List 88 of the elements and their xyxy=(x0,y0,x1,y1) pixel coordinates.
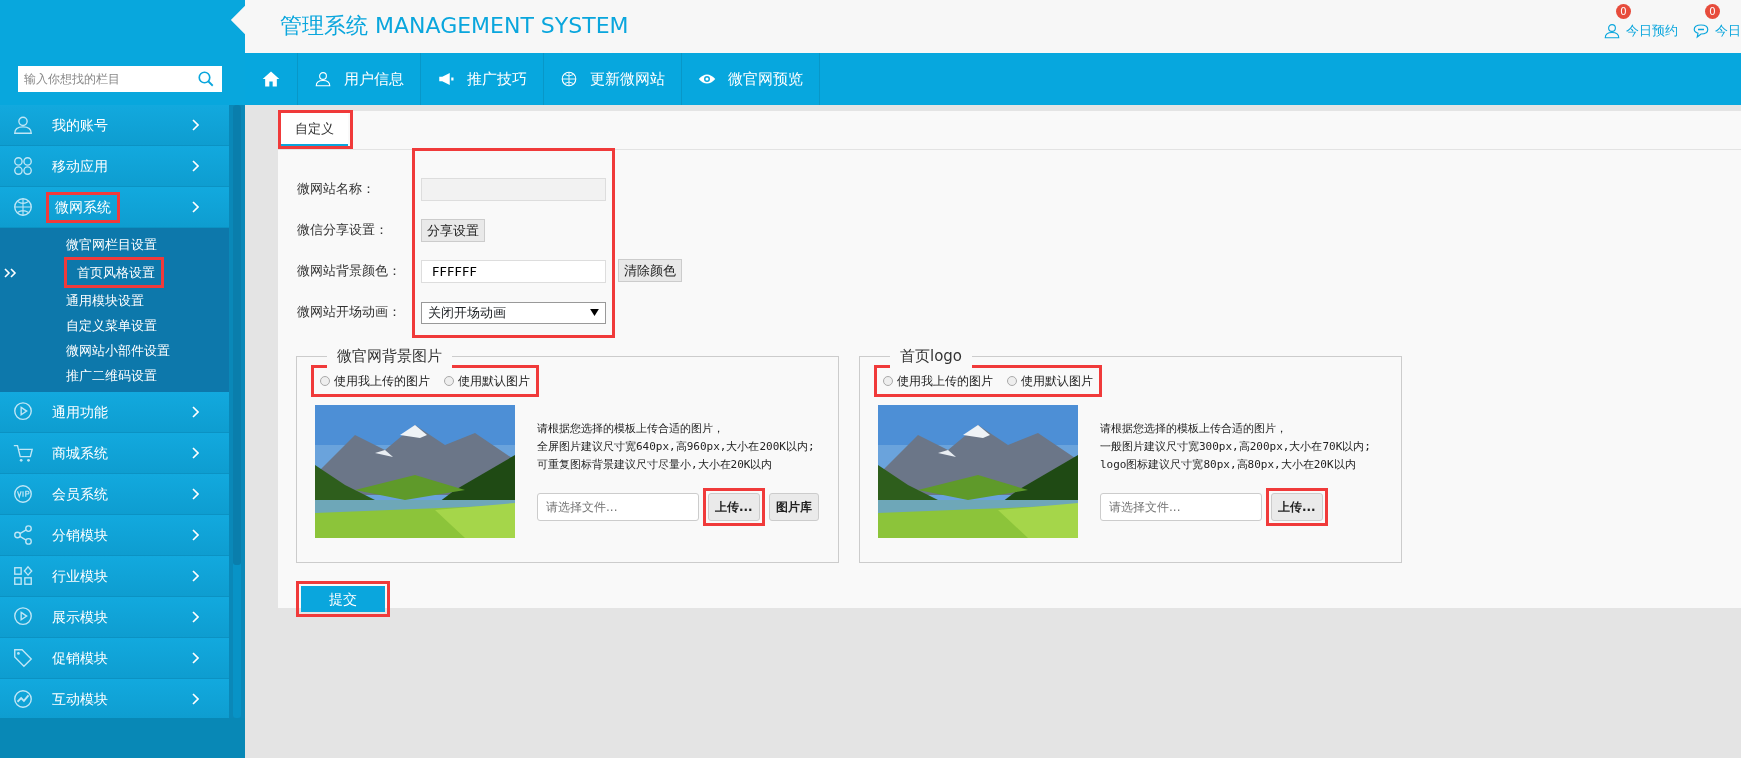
note-text: logo图标建议尺寸宽80px,高80px,大小在20K以内 xyxy=(1100,457,1357,473)
chevron-icon xyxy=(191,406,199,418)
search-icon xyxy=(197,70,215,88)
file-field[interactable]: 请选择文件... xyxy=(1100,493,1262,521)
sidebar-item[interactable]: 通用功能 xyxy=(0,392,229,433)
share-icon xyxy=(12,524,34,546)
submenu-item[interactable]: 自定义菜单设置 xyxy=(60,313,163,338)
count-badge: 0 xyxy=(1705,3,1720,19)
sidebar-item[interactable]: 移动应用 xyxy=(0,146,229,187)
submenu-item[interactable]: 推广二维码设置 xyxy=(60,363,163,388)
note-text: 全屏图片建议尺寸宽640px,高960px,大小在200K以内; xyxy=(537,439,816,455)
radio-label[interactable]: 使用默认图片 xyxy=(458,372,530,390)
chevron-icon xyxy=(191,693,199,705)
person-icon xyxy=(12,114,34,136)
dropdown[interactable]: 关闭开场动画 xyxy=(421,301,606,324)
app-title: 管理系统 MANAGEMENT SYSTEM xyxy=(280,13,629,40)
person-icon xyxy=(1603,21,1621,40)
annotation-frame: 微网系统 xyxy=(46,191,120,223)
chevron-icon xyxy=(191,160,199,172)
field-label: 微网站开场动画： xyxy=(296,302,402,321)
tag-icon xyxy=(12,647,34,669)
search-field[interactable]: 输入你想找的栏目 xyxy=(18,66,222,92)
nav-link-item[interactable]: 更新微网站 xyxy=(544,53,682,105)
sidebar-item[interactable]: 促销模块 xyxy=(0,638,229,679)
clear-button[interactable]: 清除颜色 xyxy=(618,258,682,283)
radio-label[interactable]: 使用我上传的图片 xyxy=(897,372,993,390)
megaphone-icon xyxy=(437,70,455,88)
trend-icon xyxy=(12,688,34,710)
sidebar-item[interactable]: 微网系统 xyxy=(0,187,229,228)
globe-icon xyxy=(12,196,34,218)
sidebar-item[interactable]: 分销模块 xyxy=(0,515,229,556)
field-label: 微信分享设置： xyxy=(296,220,389,239)
four-circles-icon xyxy=(12,155,34,177)
double-chevron-icon xyxy=(4,266,18,279)
chevron-icon xyxy=(191,201,199,213)
sidebar-item[interactable]: 展示模块 xyxy=(0,597,229,638)
sidebar-item[interactable]: 行业模块 xyxy=(0,556,229,597)
radio-button[interactable] xyxy=(1007,376,1017,386)
vip-icon xyxy=(12,483,34,505)
home-icon xyxy=(261,69,281,89)
sidebar-item[interactable]: 商城系统 xyxy=(0,433,229,474)
note-text: 请根据您选择的模板上传合适的图片， xyxy=(1100,421,1288,437)
grid-icon xyxy=(12,565,34,587)
submit-button[interactable]: 提交 xyxy=(301,586,385,612)
note-text: 请根据您选择的模板上传合适的图片， xyxy=(537,421,725,437)
tab[interactable]: 自定义 xyxy=(281,112,348,146)
file-field[interactable]: 请选择文件... xyxy=(537,493,699,521)
field-label: 微网站背景颜色： xyxy=(296,261,402,280)
fieldset-legend: 首页logo xyxy=(890,345,973,368)
note-text: 一般图片建议尺寸宽300px,高200px,大小在70K以内; xyxy=(1100,439,1371,455)
cart-icon xyxy=(12,442,34,464)
chevron-icon xyxy=(191,611,199,623)
submenu-item[interactable]: 微官网栏目设置 xyxy=(60,232,163,257)
radio-label[interactable]: 使用默认图片 xyxy=(1021,372,1093,390)
field-label: 微网站名称： xyxy=(296,179,376,198)
play-icon xyxy=(12,606,34,628)
sidebar-item[interactable]: 互动模块 xyxy=(0,679,229,720)
radio-button[interactable] xyxy=(444,376,454,386)
play-icon xyxy=(12,401,34,423)
nav-link-item[interactable]: 微官网预览 xyxy=(682,53,820,105)
share-settings-button[interactable]: 分享设置 xyxy=(421,218,485,243)
radio-label[interactable]: 使用我上传的图片 xyxy=(334,372,430,390)
submenu-item[interactable]: 首页风格设置 xyxy=(67,260,161,285)
radio-button[interactable] xyxy=(320,376,330,386)
chevron-icon xyxy=(191,119,199,131)
chevron-icon xyxy=(191,447,199,459)
radio-button[interactable] xyxy=(883,376,893,386)
note-text: 可重复图标背景建议尺寸尽量小,大小在20K以内 xyxy=(537,457,774,473)
globe-icon xyxy=(560,70,578,88)
nav-link-item[interactable]: 推广技巧 xyxy=(421,53,544,105)
dropdown-arrow-icon xyxy=(590,309,599,316)
submenu-item[interactable]: 通用模块设置 xyxy=(60,288,150,313)
chevron-icon xyxy=(191,488,199,500)
chevron-icon xyxy=(191,529,199,541)
gallery-button[interactable]: 图片库 xyxy=(768,493,819,521)
text-field[interactable]: FFFFFF xyxy=(421,260,606,283)
fieldset-legend: 微官网背景图片 xyxy=(327,345,452,368)
chat-bubble-icon xyxy=(1692,21,1710,40)
chevron-icon xyxy=(191,652,199,664)
count-badge: 0 xyxy=(1616,3,1631,19)
sidebar-item[interactable]: 会员系统 xyxy=(0,474,229,515)
submenu-item[interactable]: 微网站小部件设置 xyxy=(60,338,176,363)
person-icon xyxy=(314,70,332,88)
upload-button[interactable]: 上传... xyxy=(1271,493,1323,521)
chevron-icon xyxy=(191,570,199,582)
nav-link-item[interactable]: 用户信息 xyxy=(298,53,421,105)
sidebar-item[interactable]: 我的账号 xyxy=(0,105,229,146)
upload-button[interactable]: 上传... xyxy=(708,493,760,521)
